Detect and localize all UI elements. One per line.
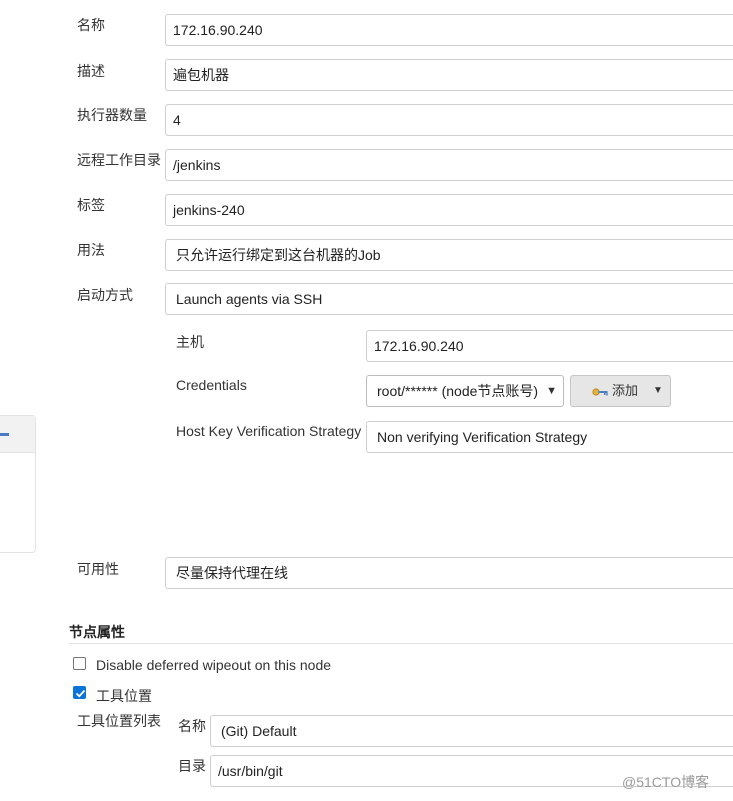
tool-locations-label[interactable]: 工具位置 bbox=[96, 686, 152, 706]
watermark: @51CTO博客 bbox=[622, 774, 710, 790]
side-panel-header[interactable] bbox=[0, 416, 35, 453]
hkvs-select[interactable]: Non verifying Verification Strategy bbox=[366, 421, 733, 453]
add-credentials-button[interactable]: 添加 ▼ bbox=[570, 375, 671, 407]
remote-dir-input[interactable]: /jenkins bbox=[165, 149, 733, 181]
description-label: 描述 bbox=[77, 63, 105, 79]
key-icon bbox=[592, 388, 608, 396]
disable-wipeout-label[interactable]: Disable deferred wipeout on this node bbox=[96, 657, 331, 673]
launch-method-select[interactable]: Launch agents via SSH bbox=[165, 283, 733, 315]
availability-select[interactable]: 尽量保持代理在线 bbox=[165, 557, 733, 589]
usage-select[interactable]: 只允许运行绑定到这台机器的Job bbox=[165, 239, 733, 271]
tool-list-label: 工具位置列表 bbox=[77, 713, 161, 729]
credentials-label: Credentials bbox=[176, 377, 247, 393]
credentials-select[interactable]: root/****** (node节点账号) ▼ bbox=[366, 375, 564, 407]
name-input[interactable]: 172.16.90.240 bbox=[165, 14, 733, 46]
usage-label: 用法 bbox=[77, 242, 105, 258]
remote-dir-label: 远程工作目录 bbox=[77, 152, 161, 168]
executors-input[interactable]: 4 bbox=[165, 104, 733, 136]
labels-input[interactable]: jenkins-240 bbox=[165, 194, 733, 226]
description-input[interactable]: 遍包机器 bbox=[165, 59, 733, 91]
side-panel-handle-icon bbox=[0, 433, 9, 436]
hkvs-label: Host Key Verification Strategy bbox=[176, 423, 362, 439]
credentials-selected-value: root/****** (node节点账号) bbox=[377, 383, 539, 399]
node-properties-title: 节点属性 bbox=[69, 624, 125, 640]
availability-label: 可用性 bbox=[77, 561, 119, 577]
side-panel[interactable] bbox=[0, 415, 36, 553]
tool-dir-label: 目录 bbox=[178, 758, 206, 774]
caret-down-icon[interactable]: ▼ bbox=[653, 376, 663, 406]
tool-name-label: 名称 bbox=[178, 718, 206, 734]
check-icon bbox=[75, 689, 86, 698]
executors-label: 执行器数量 bbox=[77, 107, 147, 123]
chevron-down-icon: ▼ bbox=[546, 385, 557, 397]
host-input[interactable]: 172.16.90.240 bbox=[366, 330, 733, 362]
labels-label: 标签 bbox=[77, 197, 105, 213]
section-divider bbox=[69, 643, 733, 644]
tool-locations-checkbox[interactable] bbox=[73, 686, 86, 699]
add-button-label: 添加 bbox=[612, 383, 639, 398]
launch-method-label: 启动方式 bbox=[77, 287, 133, 303]
disable-wipeout-checkbox[interactable] bbox=[73, 657, 86, 670]
name-label: 名称 bbox=[77, 17, 105, 33]
tool-name-select[interactable]: (Git) Default bbox=[210, 715, 733, 747]
host-label: 主机 bbox=[176, 334, 204, 350]
